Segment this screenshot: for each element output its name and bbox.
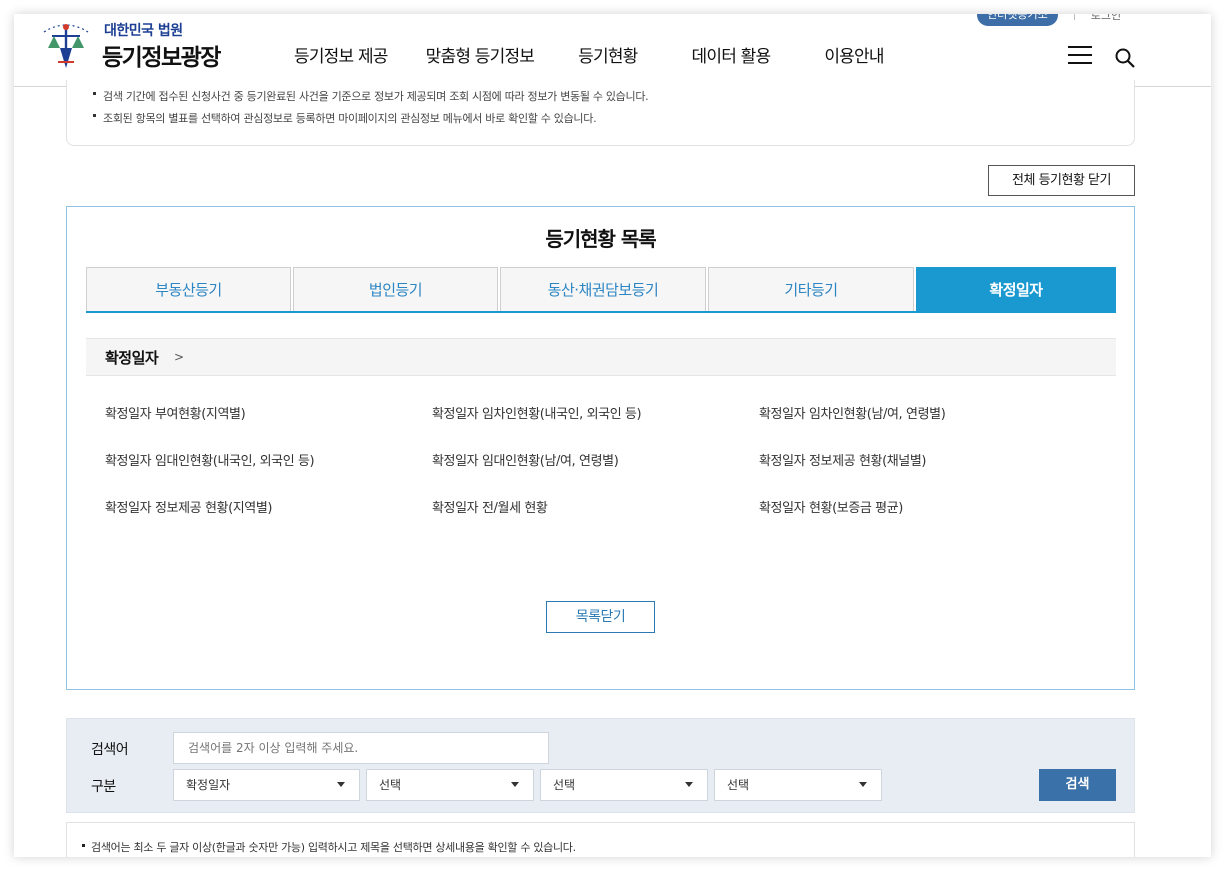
search-input[interactable] [173,732,549,764]
list-item[interactable]: 확정일자 정보제공 현황(채널별) [759,450,926,469]
info-line-period: 검색 기간에 접수된 신청사건 중 등기완료된 사건을 기준으로 정보가 제공되… [103,88,648,104]
category-select-1[interactable]: 확정일자 [173,769,360,801]
nav-item-data-usage[interactable]: 데이터 활용 [692,42,771,67]
logo-subtitle: 대한민국 법원 [104,20,183,40]
close-list-button[interactable]: 목록닫기 [546,601,655,633]
list-item[interactable]: 확정일자 임차인현황(남/여, 연령별) [759,403,945,422]
select-value: 선택 [727,778,749,792]
tab-movable-claims[interactable]: 동산·채권담보등기 [500,267,706,311]
tab-other[interactable]: 기타등기 [708,267,914,311]
list-item[interactable]: 확정일자 임대인현황(남/여, 연령별) [432,450,618,469]
caret-down-icon [859,782,867,787]
search-notice-box: 검색어는 최소 두 글자 이상(한글과 숫자만 가능) 입력하시고 제목을 선택… [66,822,1135,857]
list-item[interactable]: 확정일자 임차인현황(내국인, 외국인 등) [432,403,641,422]
select-value: 확정일자 [186,778,230,792]
list-item[interactable]: 확정일자 정보제공 현황(지역별) [105,497,272,516]
select-value: 선택 [553,778,575,792]
util-divider [1074,14,1075,20]
panel-title: 등기현황 목록 [67,223,1134,252]
main-navigation: 등기정보 제공 맞춤형 등기정보 등기현황 데이터 활용 이용안내 [294,42,884,67]
list-item[interactable]: 확정일자 전/월세 현황 [432,497,548,516]
site-logo[interactable]: 대한민국 법원 등기정보광장 [36,16,236,76]
search-area: 검색어 구분 확정일자 선택 선택 선택 검색 [66,718,1135,813]
top-utility-bar: 인터넷등기소 로그인 [977,14,1121,26]
category-select-3[interactable]: 선택 [540,769,708,801]
list-item[interactable]: 확정일자 부여현황(지역별) [105,403,245,422]
keyword-label: 검색어 [91,739,128,759]
list-item[interactable]: 확정일자 임대인현황(내국인, 외국인 등) [105,450,314,469]
tab-fixed-date[interactable]: 확정일자 [916,267,1116,311]
court-emblem-icon [36,18,96,72]
internet-registry-link[interactable]: 인터넷등기소 [977,14,1058,26]
chevron-right-icon: > [174,350,184,364]
tab-corporation[interactable]: 법인등기 [293,267,498,311]
list-item[interactable]: 확정일자 현황(보증금 평균) [759,497,903,516]
tab-real-estate[interactable]: 부동산등기 [86,267,291,311]
category-tabs: 부동산등기 법인등기 동산·채권담보등기 기타등기 확정일자 [86,267,1116,313]
info-line-star: 조회된 항목의 별표를 선택하여 관심정보로 등록하면 마이페이지의 관심정보 … [103,110,596,126]
nav-item-registry-status[interactable]: 등기현황 [578,42,637,67]
search-button[interactable]: 검색 [1039,769,1116,801]
select-value: 선택 [379,778,401,792]
page-frame: 대한민국 법원 등기정보광장 인터넷등기소 로그인 등기정보 제공 맞춤형 등기… [14,14,1211,857]
info-notice-box: 검색 기간에 접수된 신청사건 중 등기완료된 사건을 기준으로 정보가 제공되… [66,80,1135,146]
registry-status-list-panel: 등기현황 목록 부동산등기 법인등기 동산·채권담보등기 기타등기 확정일자 확… [66,206,1135,690]
nav-item-guide[interactable]: 이용안내 [824,42,883,67]
category-title: 확정일자 [105,347,158,368]
search-notice-text: 검색어는 최소 두 글자 이상(한글과 숫자만 가능) 입력하시고 제목을 선택… [91,839,576,855]
caret-down-icon [337,782,345,787]
close-all-status-button[interactable]: 전체 등기현황 닫기 [988,165,1135,196]
logo-title: 등기정보광장 [102,38,220,72]
login-link[interactable]: 로그인 [1091,14,1121,23]
search-icon[interactable] [1115,48,1135,68]
category-label: 구분 [91,776,116,796]
caret-down-icon [511,782,519,787]
category-select-2[interactable]: 선택 [366,769,534,801]
hamburger-menu-icon[interactable] [1068,46,1092,66]
site-header: 대한민국 법원 등기정보광장 인터넷등기소 로그인 등기정보 제공 맞춤형 등기… [14,14,1211,87]
nav-item-custom-info[interactable]: 맞춤형 등기정보 [426,42,534,67]
category-select-4[interactable]: 선택 [714,769,882,801]
caret-down-icon [685,782,693,787]
nav-item-data-provision[interactable]: 등기정보 제공 [294,42,388,67]
category-header: 확정일자 > [86,338,1116,376]
